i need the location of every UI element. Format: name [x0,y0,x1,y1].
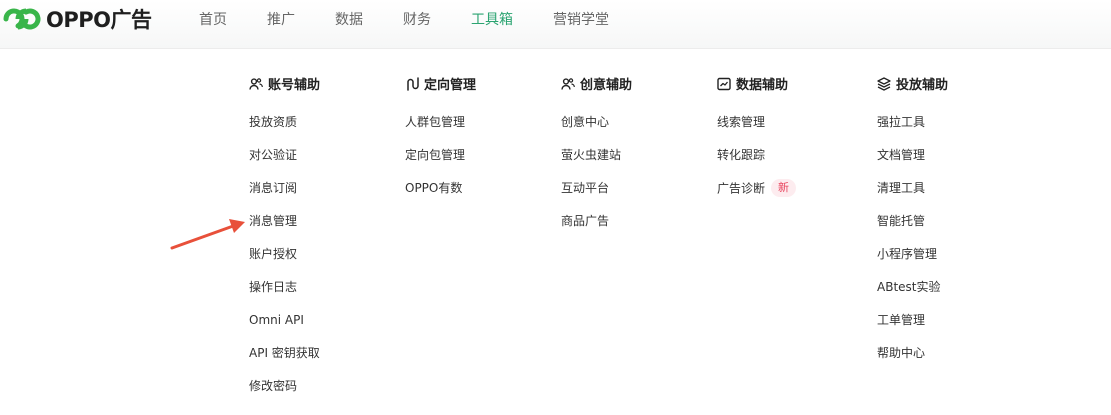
menu-item-oppo-youshu[interactable]: OPPO有数 [405,180,462,196]
menu-item-cleanup-tool[interactable]: 清理工具 [877,180,925,196]
nav-item-finance[interactable]: 财务 [403,9,431,29]
menu-item-help-center[interactable]: 帮助中心 [877,345,925,361]
menu-item-targeting-package[interactable]: 定向包管理 [405,147,465,163]
route-icon [407,76,419,91]
menu-item-conversion-tracking[interactable]: 转化跟踪 [717,147,765,163]
column-heading: 定向管理 [405,74,476,93]
menu-item-abtest[interactable]: ABtest实验 [877,279,941,295]
column-heading: 投放辅助 [877,74,948,93]
column-title: 投放辅助 [896,78,949,93]
column-title: 定向管理 [424,78,477,93]
nav-item-data[interactable]: 数据 [335,9,363,29]
menu-item-operation-log[interactable]: 操作日志 [249,279,297,295]
line-chart-icon [717,77,731,90]
menu-item-audience-package[interactable]: 人群包管理 [405,114,465,130]
annotation-arrow-icon [170,219,245,250]
column-heading: 创意辅助 [561,74,632,93]
column-title: 账号辅助 [268,78,321,93]
layers-icon [877,76,891,91]
nav-item-marketing-school[interactable]: 营销学堂 [553,9,609,29]
menu-item-omni-api[interactable]: Omni API [249,312,304,328]
menu-item-api-key[interactable]: API 密钥获取 [249,345,320,361]
nav-item-promotion[interactable]: 推广 [267,9,295,29]
menu-item-site-builder[interactable]: 萤火虫建站 [561,147,621,163]
menu-item-ad-diagnosis[interactable]: 广告诊断新 [717,179,797,198]
menu-item-smart-hosting[interactable]: 智能托管 [877,213,925,229]
menu-item-interactive-platform[interactable]: 互动平台 [561,180,609,196]
menu-item-product-ads[interactable]: 商品广告 [561,213,609,229]
menu-item-lead-management[interactable]: 线索管理 [717,114,765,130]
users-icon [561,77,575,90]
column-title: 创意辅助 [580,78,633,93]
column-title: 数据辅助 [736,78,789,93]
menu-item-creative-center[interactable]: 创意中心 [561,114,609,130]
menu-item-label: 广告诊断 [717,181,766,196]
menu-item-change-password[interactable]: 修改密码 [249,378,297,394]
menu-item-pull-tool[interactable]: 强拉工具 [877,114,925,130]
nav-item-toolbox[interactable]: 工具箱 [471,9,513,29]
menu-item-mini-program[interactable]: 小程序管理 [877,246,937,262]
menu-item-ticket-management[interactable]: 工单管理 [877,312,925,328]
menu-item-document-management[interactable]: 文档管理 [877,147,925,163]
column-heading: 数据辅助 [717,74,788,93]
new-badge: 新 [771,179,797,197]
